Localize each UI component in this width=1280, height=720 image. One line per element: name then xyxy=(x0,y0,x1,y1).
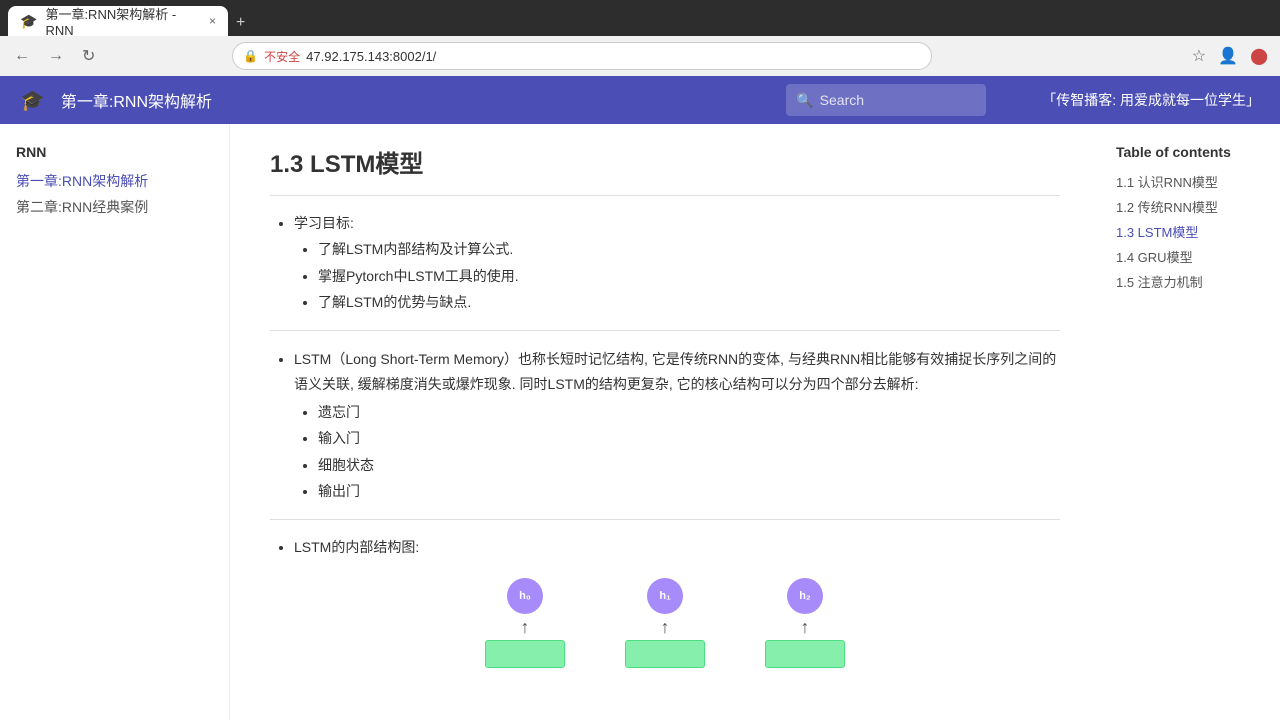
lstm-intro-text: LSTM（Long Short-Term Memory）也称长短时记忆结构, 它… xyxy=(294,351,1056,392)
lstm-box-0 xyxy=(485,640,565,668)
sidebar-section-title: RNN xyxy=(16,144,213,160)
list-item: 遗忘门 xyxy=(318,401,1060,423)
lstm-box-1 xyxy=(625,640,705,668)
lstm-intro-item: LSTM（Long Short-Term Memory）也称长短时记忆结构, 它… xyxy=(294,347,1060,503)
divider-2 xyxy=(270,330,1060,331)
tab-close-button[interactable]: × xyxy=(209,14,216,28)
bookmark-icon[interactable]: ☆ xyxy=(1188,42,1210,70)
list-item: 输出门 xyxy=(318,480,1060,502)
learning-goals-subitems: 了解LSTM内部结构及计算公式. 掌握Pytorch中LSTM工具的使用. 了解… xyxy=(294,238,1060,313)
sidebar-item-chapter2[interactable]: 第二章:RNN经典案例 xyxy=(16,194,213,220)
lstm-box-2 xyxy=(765,640,845,668)
lstm-node-1: h₁ ↑ xyxy=(625,578,705,668)
toc-item-14[interactable]: 1.4 GRU模型 xyxy=(1116,247,1264,266)
search-box[interactable]: 🔍 Search xyxy=(786,84,986,116)
lstm-arrow-up-1: ↑ xyxy=(661,618,670,636)
page-layout: RNN 第一章:RNN架构解析 第二章:RNN经典案例 1.3 LSTM模型 学… xyxy=(0,124,1280,720)
address-bar-row: ← → ↻ 🔒 不安全 47.92.175.143:8002/1/ ☆ 👤 ⬤ xyxy=(0,36,1280,76)
forward-button[interactable]: → xyxy=(42,43,70,69)
diagram-label-text: LSTM的内部结构图: xyxy=(294,539,419,555)
app-header: 🎓 第一章:RNN架构解析 🔍 Search 「传智播客: 用爱成就每一位学生」 xyxy=(0,76,1280,124)
toc-title: Table of contents xyxy=(1116,144,1264,160)
lstm-circle-0: h₀ xyxy=(507,578,543,614)
back-button[interactable]: ← xyxy=(8,43,36,69)
learning-goals-item: 学习目标: 了解LSTM内部结构及计算公式. 掌握Pytorch中LSTM工具的… xyxy=(294,212,1060,314)
search-placeholder-text: Search xyxy=(820,92,864,108)
tab-favicon: 🎓 xyxy=(20,13,37,30)
tab-title: 第一章:RNN架构解析 - RNN xyxy=(45,4,201,38)
lstm-components-list: 遗忘门 输入门 细胞状态 输出门 xyxy=(294,401,1060,503)
list-item: 输入门 xyxy=(318,427,1060,449)
sidebar: RNN 第一章:RNN架构解析 第二章:RNN经典案例 xyxy=(0,124,230,720)
security-icon: 🔒 xyxy=(243,49,258,63)
toc-sidebar: Table of contents 1.1 认识RNN模型 1.2 传统RNN模… xyxy=(1100,124,1280,720)
toc-item-15[interactable]: 1.5 注意力机制 xyxy=(1116,272,1264,291)
learning-goals-label: 学习目标: xyxy=(294,215,354,231)
address-bar[interactable]: 🔒 不安全 47.92.175.143:8002/1/ xyxy=(232,42,932,70)
divider-1 xyxy=(270,195,1060,196)
app-title: 第一章:RNN架构解析 xyxy=(61,88,212,112)
active-tab[interactable]: 🎓 第一章:RNN架构解析 - RNN × xyxy=(8,6,228,36)
divider-3 xyxy=(270,519,1060,520)
main-content: 1.3 LSTM模型 学习目标: 了解LSTM内部结构及计算公式. 掌握Pyto… xyxy=(230,124,1100,720)
page-heading: 1.3 LSTM模型 xyxy=(270,144,1060,179)
list-item: 掌握Pytorch中LSTM工具的使用. xyxy=(318,265,1060,287)
toc-item-11[interactable]: 1.1 认识RNN模型 xyxy=(1116,172,1264,191)
security-label: 不安全 xyxy=(264,48,300,65)
toc-item-12[interactable]: 1.2 传统RNN模型 xyxy=(1116,197,1264,216)
learning-goals-list: 学习目标: 了解LSTM内部结构及计算公式. 掌握Pytorch中LSTM工具的… xyxy=(270,212,1060,314)
diagram-label-item: LSTM的内部结构图: xyxy=(294,536,1060,558)
toc-item-13[interactable]: 1.3 LSTM模型 xyxy=(1116,222,1264,241)
lstm-node-0: h₀ ↑ xyxy=(485,578,565,668)
brand-slogan: 「传智播客: 用爱成就每一位学生」 xyxy=(1042,90,1260,110)
list-item: 了解LSTM内部结构及计算公式. xyxy=(318,238,1060,260)
menu-icon[interactable]: ⬤ xyxy=(1246,42,1272,70)
lstm-circle-1: h₁ xyxy=(647,578,683,614)
search-icon: 🔍 xyxy=(796,92,813,109)
tab-bar: 🎓 第一章:RNN架构解析 - RNN × + xyxy=(0,0,1280,36)
refresh-button[interactable]: ↻ xyxy=(76,42,101,70)
profile-icon[interactable]: 👤 xyxy=(1214,42,1242,70)
new-tab-button[interactable]: + xyxy=(228,10,253,36)
lstm-node-2: h₂ ↑ xyxy=(765,578,845,668)
toolbar-icons: ☆ 👤 ⬤ xyxy=(1188,42,1272,70)
lstm-arrow-up-2: ↑ xyxy=(801,618,810,636)
lstm-arrow-up-0: ↑ xyxy=(521,618,530,636)
app-logo-icon: 🎓 xyxy=(20,88,45,113)
url-text: 47.92.175.143:8002/1/ xyxy=(306,49,921,64)
diagram-section-list: LSTM的内部结构图: xyxy=(270,536,1060,558)
lstm-diagram: h₀ ↑ h₁ ↑ h₂ ↑ xyxy=(270,578,1060,678)
list-item: 了解LSTM的优势与缺点. xyxy=(318,291,1060,313)
list-item: 细胞状态 xyxy=(318,454,1060,476)
lstm-circle-2: h₂ xyxy=(787,578,823,614)
lstm-intro-list: LSTM（Long Short-Term Memory）也称长短时记忆结构, 它… xyxy=(270,347,1060,503)
sidebar-item-chapter1[interactable]: 第一章:RNN架构解析 xyxy=(16,168,213,194)
